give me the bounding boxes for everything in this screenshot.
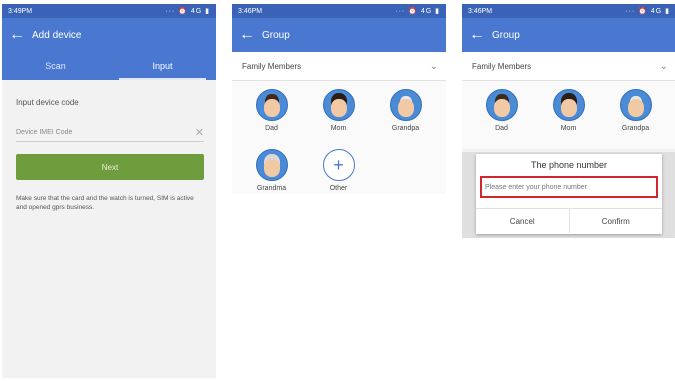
member-name: Dad [495, 125, 508, 132]
members-grid: Dad Mom Grandpa [462, 81, 675, 149]
group-screen: 3:46PM ··· ⏰ 4G ▮ ← Group Family Members… [232, 4, 446, 194]
member-name: Mom [330, 125, 347, 132]
section-label: Family Members [242, 61, 302, 71]
status-icons: ··· ⏰ 4G ▮ [625, 8, 670, 15]
member-mom[interactable]: Mom [535, 89, 602, 149]
status-bar: 3:46PM ··· ⏰ 4G ▮ [232, 4, 446, 18]
plus-icon: + [322, 149, 355, 181]
member-name: Grandma [256, 185, 287, 192]
mom-avatar-icon [322, 89, 355, 121]
dad-avatar-icon [255, 89, 288, 121]
member-name: Mom [560, 125, 577, 132]
status-icons: ··· ⏰ 4G ▮ [395, 8, 440, 15]
app-bar: ← Group [462, 18, 675, 52]
back-arrow-icon[interactable]: ← [232, 26, 262, 44]
grandpa-avatar-icon [619, 89, 652, 121]
chevron-down-icon[interactable]: ⌄ [660, 61, 668, 72]
page-title: Group [262, 29, 290, 41]
status-icons: ··· ⏰ 4G ▮ [165, 8, 210, 15]
status-bar: 3:46PM ··· ⏰ 4G ▮ [462, 4, 675, 18]
help-note: Make sure that the card and the watch is… [16, 195, 194, 211]
section-label: Family Members [472, 61, 532, 71]
clear-icon[interactable]: ✕ [195, 126, 204, 139]
phone-number-input[interactable]: Please enter your phone number [480, 176, 658, 198]
app-bar: ← Add device [2, 18, 216, 52]
status-bar: 3:49PM ··· ⏰ 4G ▮ [2, 4, 216, 18]
status-time: 3:49PM [8, 7, 33, 15]
chevron-down-icon[interactable]: ⌄ [430, 61, 438, 72]
tab-scan[interactable]: Scan [2, 52, 109, 80]
member-grandma[interactable]: Grandma [238, 149, 305, 194]
dialog-actions: Cancel Confirm [476, 208, 662, 233]
member-grandpa[interactable]: Grandpa [372, 89, 439, 149]
member-name: Dad [265, 125, 278, 132]
grandma-avatar-icon [255, 149, 288, 181]
next-button[interactable]: Next [16, 154, 204, 180]
member-name: Other [329, 185, 348, 192]
dad-avatar-icon [485, 89, 518, 121]
grandpa-avatar-icon [389, 89, 422, 121]
app-bar: ← Group [232, 18, 446, 52]
member-grandpa[interactable]: Grandpa [602, 89, 669, 149]
page-title: Add device [32, 29, 82, 41]
page-title: Group [492, 29, 520, 41]
tab-input[interactable]: Input [109, 52, 216, 80]
imei-input[interactable]: Device IMEI Code ✕ [16, 123, 204, 142]
member-dad[interactable]: Dad [238, 89, 305, 149]
family-members-header[interactable]: Family Members ⌄ [462, 52, 675, 81]
members-grid: Dad Mom Grandpa Grandma + Other [232, 81, 446, 194]
add-device-screen: 3:49PM ··· ⏰ 4G ▮ ← Add device Scan Inpu… [2, 4, 216, 378]
member-dad[interactable]: Dad [468, 89, 535, 149]
group-phone-dialog-screen: 3:46PM ··· ⏰ 4G ▮ ← Group Family Members… [462, 4, 675, 238]
phone-placeholder: Please enter your phone number [485, 183, 587, 191]
tab-bar: Scan Input [2, 52, 216, 80]
member-name: Grandpa [621, 125, 650, 132]
cancel-button[interactable]: Cancel [476, 209, 569, 233]
device-code-label: Input device code [16, 98, 79, 107]
family-members-header[interactable]: Family Members ⌄ [232, 52, 446, 81]
member-other[interactable]: + Other [305, 149, 372, 194]
member-mom[interactable]: Mom [305, 89, 372, 149]
mom-avatar-icon [552, 89, 585, 121]
dialog-title: The phone number [530, 160, 608, 170]
phone-number-dialog: The phone number Please enter your phone… [476, 154, 662, 234]
confirm-button[interactable]: Confirm [568, 209, 663, 233]
status-time: 3:46PM [238, 7, 263, 15]
status-time: 3:46PM [468, 7, 493, 15]
member-name: Grandpa [391, 125, 420, 132]
back-arrow-icon[interactable]: ← [462, 26, 492, 44]
back-arrow-icon[interactable]: ← [2, 26, 32, 44]
imei-placeholder: Device IMEI Code [16, 128, 73, 136]
